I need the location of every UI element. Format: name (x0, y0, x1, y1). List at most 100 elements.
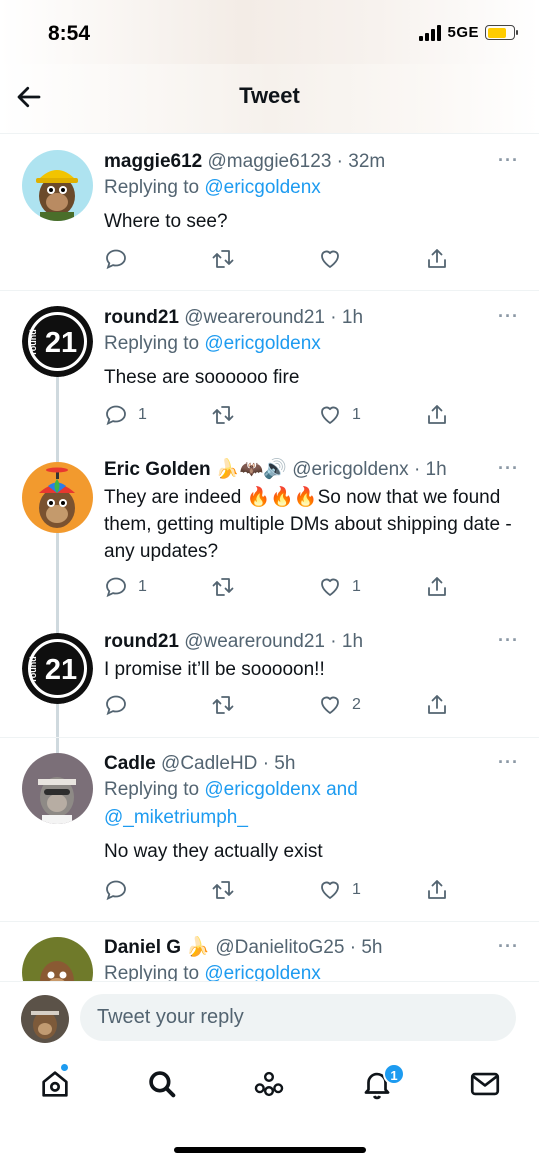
display-name[interactable]: round21 (104, 631, 179, 652)
avatar[interactable]: 21 round (22, 306, 93, 377)
like-button[interactable] (318, 247, 352, 271)
messages-icon[interactable] (468, 1067, 502, 1101)
reply-count: 1 (138, 406, 147, 423)
replying-to: Replying to @ericgoldenx (104, 174, 519, 202)
retweet-button[interactable] (211, 693, 245, 717)
round21-logo-avatar-icon: 21 round (22, 633, 93, 704)
avatar[interactable] (22, 937, 93, 981)
tweet-time[interactable]: 5h (274, 753, 295, 774)
avatar[interactable] (22, 462, 93, 533)
like-count: 1 (352, 406, 361, 423)
share-button[interactable] (425, 878, 449, 902)
user-handle[interactable]: @maggie6123 (208, 151, 332, 172)
page-title: Tweet (239, 83, 300, 108)
more-options-icon[interactable]: ··· (498, 630, 519, 651)
replying-to-link[interactable]: @ericgoldenx (204, 177, 320, 198)
like-button[interactable]: 1 (318, 878, 361, 902)
retweet-button[interactable] (211, 403, 245, 427)
own-avatar-icon (21, 995, 69, 1043)
retweet-button[interactable] (211, 878, 245, 902)
spaces-icon[interactable] (252, 1067, 286, 1101)
replying-to-link[interactable]: @ericgoldenx (204, 963, 320, 981)
avatar[interactable]: 21 round (22, 633, 93, 704)
svg-text:round: round (28, 656, 38, 682)
tweet-item[interactable]: 21 round round21 @weareround21 · 1h ··· … (0, 625, 539, 737)
share-icon (428, 577, 446, 596)
dot-separator: · (413, 459, 421, 480)
tweet-item[interactable]: Daniel G 🍌 @DanielitoG25 · 5h ··· Replyi… (0, 922, 539, 981)
user-handle[interactable]: @CadleHD (161, 753, 257, 774)
tweet-text: Where to see? (104, 211, 228, 232)
like-count: 1 (352, 881, 361, 898)
share-button[interactable] (425, 575, 449, 599)
reply-icon (106, 577, 126, 598)
search-icon[interactable] (145, 1067, 179, 1101)
like-button[interactable]: 2 (318, 693, 361, 717)
tweet-item[interactable]: 21 round round21 @weareround21 · 1h ··· … (0, 291, 539, 463)
tweet-header: Daniel G 🍌 @DanielitoG25 · 5h (104, 936, 519, 960)
more-options-icon[interactable]: ··· (498, 936, 519, 957)
top-header: Tweet (0, 64, 539, 134)
tweet-time[interactable]: 1h (342, 631, 363, 652)
replying-to-link[interactable]: @ericgoldenx and (204, 779, 357, 800)
tweet-time[interactable]: 1h (426, 459, 447, 480)
more-options-icon[interactable]: ··· (498, 752, 519, 773)
tweet-time[interactable]: 1h (342, 307, 363, 328)
share-button[interactable] (425, 693, 449, 717)
display-name[interactable]: round21 (104, 307, 179, 328)
tweet-item[interactable]: maggie612 @maggie6123 · 32m ··· Replying… (0, 135, 539, 290)
ape-grey-avatar-icon (22, 753, 93, 824)
replying-to-link[interactable]: @ericgoldenx (204, 333, 320, 354)
share-icon (428, 405, 446, 424)
more-options-icon[interactable]: ··· (498, 150, 519, 171)
more-options-icon[interactable]: ··· (498, 306, 519, 327)
tweet-body: Eric Golden 🍌🦇🔊 @ericgoldenx · 1h ··· Th… (104, 458, 519, 565)
share-button[interactable] (425, 247, 449, 271)
svg-text:21: 21 (45, 327, 77, 359)
display-name[interactable]: Cadle (104, 753, 156, 774)
replying-to: Replying to @ericgoldenx and @_miketrium… (104, 776, 519, 832)
name-emojis: 🍌🦇🔊 (215, 459, 287, 480)
tweet-item[interactable]: Eric Golden 🍌🦇🔊 @ericgoldenx · 1h ··· Th… (0, 455, 539, 620)
home-icon[interactable] (38, 1063, 72, 1101)
avatar[interactable] (22, 753, 93, 824)
reply-feed[interactable]: maggie612 @maggie6123 · 32m ··· Replying… (0, 135, 539, 981)
display-name[interactable]: Eric Golden (104, 459, 211, 480)
display-name[interactable]: Daniel G (104, 937, 181, 958)
reply-button[interactable] (104, 247, 138, 271)
reply-button[interactable] (104, 878, 138, 902)
retweet-button[interactable] (211, 247, 245, 271)
retweet-button[interactable] (211, 575, 245, 599)
reply-button[interactable]: 1 (104, 403, 147, 427)
tweet-item[interactable]: Cadle @CadleHD · 5h ··· Replying to @eri… (0, 738, 539, 921)
display-name[interactable]: maggie612 (104, 151, 202, 172)
user-handle[interactable]: @weareround21 (184, 307, 325, 328)
tweet-time[interactable]: 32m (348, 151, 385, 172)
avatar[interactable] (22, 150, 93, 221)
tweet-time[interactable]: 5h (361, 937, 382, 958)
svg-text:round: round (28, 329, 38, 355)
user-handle[interactable]: @ericgoldenx (292, 459, 408, 480)
like-button[interactable]: 1 (318, 403, 361, 427)
replying-to-label: Replying to (104, 333, 200, 354)
notifications-icon[interactable]: 1 (360, 1063, 405, 1101)
ape-propeller-hat-avatar-icon (22, 462, 93, 533)
share-button[interactable] (425, 403, 449, 427)
own-avatar[interactable] (21, 995, 69, 1043)
user-handle[interactable]: @DanielitoG25 (215, 937, 344, 958)
reply-input[interactable]: Tweet your reply (80, 994, 516, 1041)
reply-icon (106, 880, 126, 901)
bottom-tab-bar: 1 (0, 1053, 539, 1166)
tweet-actions: 1 1 (104, 575, 464, 601)
status-indicators: 5GE (419, 24, 518, 41)
like-button[interactable]: 1 (318, 575, 361, 599)
reply-button[interactable] (104, 693, 138, 717)
tweet-header: Cadle @CadleHD · 5h (104, 752, 519, 776)
replying-to-link[interactable]: @_miketriumph_ (104, 807, 248, 828)
notifications-badge: 1 (383, 1063, 405, 1085)
user-handle[interactable]: @weareround21 (184, 631, 325, 652)
status-bar: 8:54 5GE (0, 0, 539, 64)
more-options-icon[interactable]: ··· (498, 458, 519, 479)
reply-button[interactable]: 1 (104, 575, 147, 599)
heart-icon (321, 250, 339, 268)
